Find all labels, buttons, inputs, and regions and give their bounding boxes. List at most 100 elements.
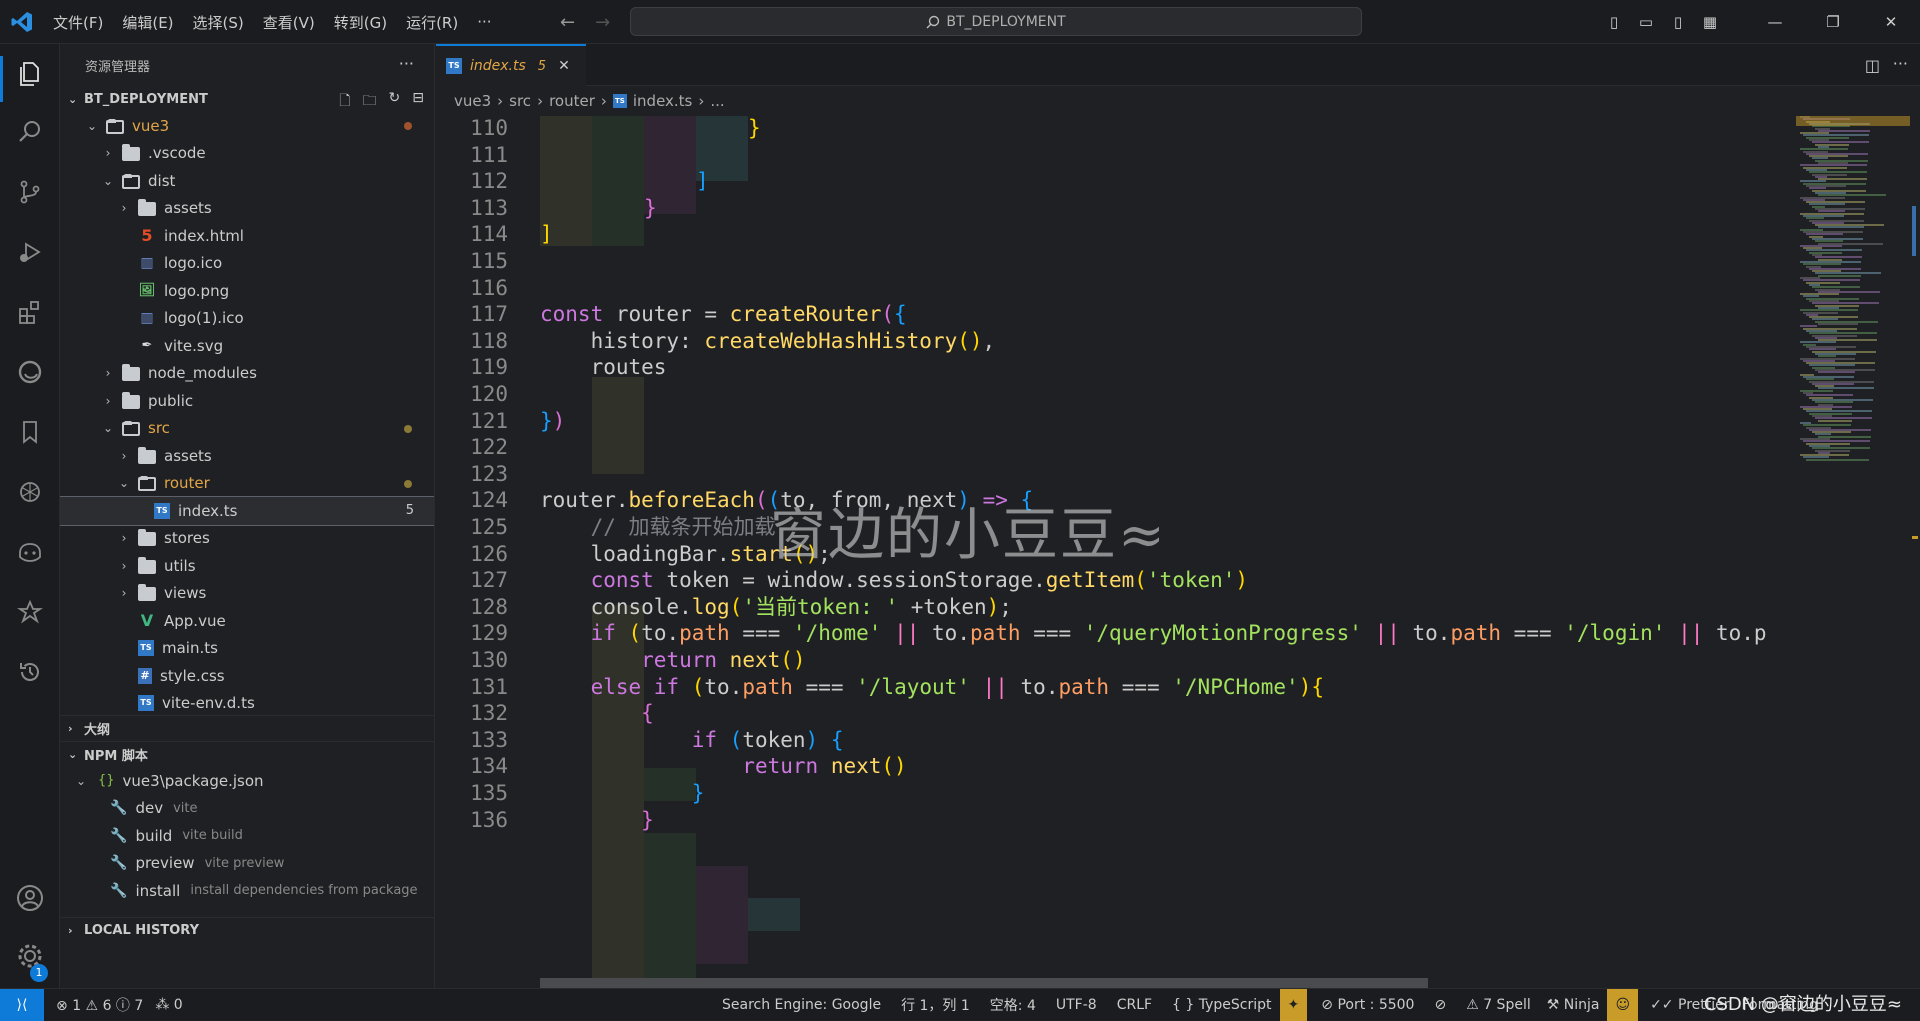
menu-selection[interactable]: 选择(S) <box>193 12 244 33</box>
timeline-history-icon[interactable] <box>14 656 46 688</box>
spell-check-item[interactable]: ⚠ 7 Spell <box>1466 997 1531 1013</box>
search-view-icon[interactable] <box>14 116 46 148</box>
npm-scripts-header[interactable]: ⌄ NPM 脚本 <box>60 741 434 767</box>
tree-item[interactable]: ⌄ dist <box>60 167 434 195</box>
npm-script-item[interactable]: 🔧 dev vite <box>60 795 434 823</box>
npm-package-item[interactable]: ⌄{} vue3\package.json <box>60 767 434 795</box>
npm-script-item[interactable]: 🔧 install install dependencies from packag… <box>60 877 434 905</box>
tree-item[interactable]: TS index.ts 5 <box>60 496 434 526</box>
vertical-scrollbar[interactable] <box>1910 116 1920 988</box>
run-debug-icon[interactable] <box>14 236 46 268</box>
customize-layout-icon[interactable]: ▦ <box>1694 13 1726 31</box>
folder-open-icon <box>138 476 156 492</box>
npm-script-item[interactable]: 🔧 build vite build <box>60 822 434 850</box>
outline-section-header[interactable]: › 大纲 <box>60 715 434 741</box>
ninja-item[interactable]: ⚒ Ninja <box>1547 997 1600 1013</box>
indentation[interactable]: 空格: 4 <box>990 995 1036 1015</box>
command-center-search[interactable]: BT_DEPLOYMENT <box>630 7 1362 36</box>
line-ending[interactable]: CRLF <box>1117 997 1152 1013</box>
tree-item[interactable]: # style.css <box>60 662 434 690</box>
menu-bar: 文件(F) 编辑(E) 选择(S) 查看(V) 转到(G) 运行(R) ··· <box>53 0 511 44</box>
more-actions-icon[interactable]: ··· <box>399 54 414 73</box>
ports-indicator[interactable]: ⁂ 0 <box>155 997 182 1013</box>
minimize-icon[interactable]: — <box>1746 13 1804 31</box>
tree-item[interactable]: ⌄ router <box>60 470 434 498</box>
edge-devtools-icon[interactable] <box>14 356 46 388</box>
tab-index-ts[interactable]: TS index.ts 5 ✕ <box>436 44 586 86</box>
copilot-icon[interactable] <box>14 536 46 568</box>
tree-item[interactable]: TS main.ts <box>60 635 434 663</box>
toggle-panel-icon[interactable]: ▭ <box>1630 13 1662 31</box>
tree-item[interactable]: ⌄ src <box>60 415 434 443</box>
tree-item[interactable]: ▥ logo.ico <box>60 250 434 278</box>
tree-item[interactable]: › utils <box>60 552 434 580</box>
tree-item[interactable]: › stores <box>60 525 434 553</box>
forward-arrow-icon[interactable]: → <box>595 12 610 33</box>
npm-script-item[interactable]: 🔧 preview vite preview <box>60 850 434 878</box>
breadcrumb-item[interactable]: ... <box>710 92 724 110</box>
explorer-icon[interactable] <box>14 58 46 90</box>
source-control-icon[interactable] <box>14 176 46 208</box>
tree-item[interactable]: › public <box>60 387 434 415</box>
breadcrumb-item[interactable]: vue3 <box>454 92 491 110</box>
tree-item[interactable]: ⌄ vue3 <box>60 112 434 140</box>
menu-file[interactable]: 文件(F) <box>53 12 103 33</box>
tree-item[interactable]: › assets <box>60 442 434 470</box>
tree-item[interactable]: › assets <box>60 195 434 223</box>
breadcrumb-item[interactable]: src <box>509 92 531 110</box>
menu-go[interactable]: 转到(G) <box>334 12 387 33</box>
remote-indicator-icon[interactable]: ⟩⟨ <box>0 988 44 1021</box>
maximize-icon[interactable]: ❐ <box>1804 13 1862 31</box>
accounts-icon[interactable] <box>14 882 46 914</box>
breadcrumb-item[interactable]: router <box>549 92 595 110</box>
new-file-icon[interactable]: 🗋 <box>339 90 350 114</box>
vscode-logo-icon[interactable] <box>10 10 34 34</box>
code-editor[interactable]: 110} 111 112] 113} 114] 115 116 117 const router… <box>436 116 1796 988</box>
tree-item[interactable]: 🖼 logo.png <box>60 277 434 305</box>
bookmarks-icon[interactable] <box>14 416 46 448</box>
live-server-port[interactable]: ⊘ Port : 5500 <box>1321 997 1414 1013</box>
tree-item[interactable]: V App.vue <box>60 607 434 635</box>
menu-edit[interactable]: 编辑(E) <box>122 12 173 33</box>
split-editor-icon[interactable]: ◫ <box>1865 56 1880 75</box>
close-window-icon[interactable]: ✕ <box>1862 13 1920 31</box>
copilot-disabled-icon[interactable]: ⊘ <box>1434 997 1446 1013</box>
menu-view[interactable]: 查看(V) <box>263 12 315 33</box>
language-mode[interactable]: { } TypeScript <box>1172 997 1271 1013</box>
extensions-icon[interactable] <box>14 296 46 328</box>
minimap-viewport[interactable] <box>1796 116 1910 126</box>
breadcrumb-item[interactable]: index.ts <box>633 92 693 110</box>
toggle-sidebar-icon[interactable]: ▯ <box>1598 13 1630 31</box>
folder-icon <box>138 199 156 217</box>
search-engine-item[interactable]: Search Engine: Google <box>722 997 881 1013</box>
problems-indicator[interactable]: ⊗ 1 ⚠ 6 ⓘ 7 <box>56 995 143 1015</box>
tree-item[interactable]: › views <box>60 580 434 608</box>
menu-run[interactable]: 运行(R) <box>406 12 458 33</box>
refresh-icon[interactable]: ↻ <box>389 90 401 114</box>
codeium-status-icon[interactable]: ✦ <box>1279 989 1308 1021</box>
wrench-icon: 🔧 <box>110 882 128 899</box>
tree-item[interactable]: TS vite-env.d.ts <box>60 690 434 716</box>
copilot-status-icon[interactable]: ☺ <box>1607 989 1639 1021</box>
more-actions-icon[interactable]: ··· <box>1893 54 1908 73</box>
tree-item[interactable]: › .vscode <box>60 140 434 168</box>
back-arrow-icon[interactable]: ← <box>560 12 575 33</box>
new-folder-icon[interactable]: 🗀 <box>363 90 377 114</box>
toggle-secondary-sidebar-icon[interactable]: ▯ <box>1662 13 1694 31</box>
tree-item[interactable]: ▥ logo(1).ico <box>60 305 434 333</box>
codeium-icon[interactable] <box>14 596 46 628</box>
collapse-all-icon[interactable]: ⊟ <box>412 90 424 114</box>
tree-item[interactable]: › node_modules <box>60 360 434 388</box>
local-history-header[interactable]: › LOCAL HISTORY <box>60 916 434 943</box>
horizontal-scrollbar[interactable] <box>540 978 1428 988</box>
cursor-position[interactable]: 行 1，列 1 <box>901 995 970 1015</box>
encoding[interactable]: UTF-8 <box>1056 997 1097 1013</box>
tree-item[interactable]: 5 index.html <box>60 222 434 250</box>
close-icon[interactable]: ✕ <box>558 58 570 74</box>
minimap[interactable] <box>1796 116 1910 988</box>
modified-dot <box>404 122 412 130</box>
menu-more[interactable]: ··· <box>477 13 491 31</box>
minimap-line <box>1806 458 1869 461</box>
chatgpt-icon[interactable] <box>14 476 46 508</box>
tree-item[interactable]: ✒ vite.svg <box>60 332 434 360</box>
